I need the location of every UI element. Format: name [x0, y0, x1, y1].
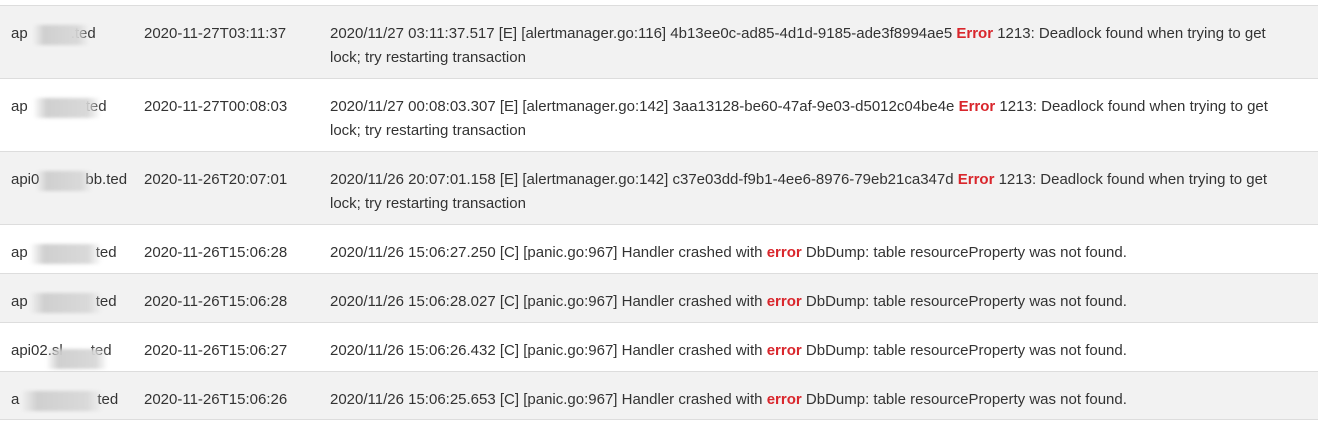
table-row[interactable]: ap.ted 2020-11-27T03:11:37 2020/11/27 03… — [0, 5, 1318, 78]
error-keyword: Error — [957, 171, 995, 188]
host-cell: api02.slted — [0, 323, 144, 371]
table-row[interactable]: ap ted 2020-11-26T15:06:28 2020/11/26 15:… — [0, 273, 1318, 322]
host-prefix: ap — [11, 244, 28, 261]
timestamp-cell: 2020-11-26T15:06:27 — [144, 342, 288, 359]
error-keyword: error — [766, 293, 802, 310]
host-cell: api0 bb.ted — [0, 152, 144, 224]
error-keyword: Error — [958, 98, 996, 115]
host-prefix: ap — [11, 98, 28, 115]
message-text: DbDump: table resourceProperty was not f… — [801, 391, 1127, 408]
message-text: DbDump: table resourceProperty was not f… — [801, 293, 1127, 310]
message-text: 2020/11/26 15:06:28.027 [C] [panic.go:96… — [330, 293, 767, 310]
error-keyword: Error — [956, 25, 994, 42]
message-text: 2020/11/27 00:08:03.307 [E] [alertmanage… — [330, 98, 959, 115]
host-cell: a ted — [0, 372, 144, 419]
error-keyword: error — [766, 391, 802, 408]
table-row[interactable]: api02.slted 2020-11-26T15:06:27 2020/11/… — [0, 322, 1318, 371]
message-cell: 2020/11/27 00:08:03.307 [E] [alertmanage… — [330, 79, 1305, 151]
redacted-blur — [33, 25, 89, 45]
message-text: 2020/11/26 15:06:25.653 [C] [panic.go:96… — [330, 391, 767, 408]
message-cell: 2020/11/26 20:07:01.158 [E] [alertmanage… — [330, 152, 1305, 224]
message-text: DbDump: table resourceProperty was not f… — [801, 342, 1127, 359]
redacted-blur — [30, 244, 102, 264]
timestamp-cell: 2020-11-27T03:11:37 — [144, 25, 287, 42]
redacted-blur — [33, 98, 101, 118]
message-text: DbDump: table resourceProperty was not f… — [801, 244, 1127, 261]
timestamp-cell: 2020-11-26T20:07:01 — [144, 171, 288, 188]
message-text: 2020/11/27 03:11:37.517 [E] [alertmanage… — [330, 25, 957, 42]
timestamp-cell: 2020-11-26T15:06:28 — [144, 244, 288, 261]
host-prefix: ap — [11, 293, 28, 310]
host-cell: apted — [0, 225, 144, 273]
message-cell: 2020/11/26 15:06:27.250 [C] [panic.go:96… — [330, 225, 1305, 273]
error-keyword: error — [766, 244, 802, 261]
host-prefix: ap — [11, 25, 28, 42]
log-table: ap.ted 2020-11-27T03:11:37 2020/11/27 03… — [0, 5, 1318, 420]
message-text: 2020/11/26 15:06:26.432 [C] [panic.go:96… — [330, 342, 767, 359]
message-text: 2020/11/26 15:06:27.250 [C] [panic.go:96… — [330, 244, 767, 261]
message-text: 2020/11/26 20:07:01.158 [E] [alertmanage… — [330, 171, 958, 188]
host-cell: apted — [0, 274, 144, 322]
table-row[interactable]: ap ted 2020-11-26T15:06:28 2020/11/26 15:… — [0, 224, 1318, 273]
host-cell: apted — [0, 79, 144, 151]
timestamp-cell: 2020-11-26T15:06:28 — [144, 293, 288, 310]
host-cell: ap.ted — [0, 6, 144, 78]
table-row[interactable]: api0 bb.ted 2020-11-26T20:07:01 2020/11/2… — [0, 151, 1318, 224]
message-cell: 2020/11/27 03:11:37.517 [E] [alertmanage… — [330, 6, 1305, 78]
message-cell: 2020/11/26 15:06:25.653 [C] [panic.go:96… — [330, 372, 1305, 419]
timestamp-cell: 2020-11-27T00:08:03 — [144, 98, 288, 115]
redacted-blur — [30, 293, 102, 313]
table-row[interactable]: a ted 2020-11-26T15:06:26 2020/11/26 15:0… — [0, 371, 1318, 420]
redacted-blur — [36, 171, 92, 191]
message-cell: 2020/11/26 15:06:28.027 [C] [panic.go:96… — [330, 274, 1305, 322]
timestamp-cell: 2020-11-26T15:06:26 — [144, 391, 288, 408]
error-keyword: error — [766, 342, 802, 359]
redacted-blur — [46, 349, 108, 369]
message-cell: 2020/11/26 15:06:26.432 [C] [panic.go:96… — [330, 323, 1305, 371]
table-row[interactable]: apted 2020-11-27T00:08:03 2020/11/27 00:… — [0, 78, 1318, 151]
host-prefix: a — [11, 391, 20, 408]
redacted-blur — [21, 391, 103, 411]
